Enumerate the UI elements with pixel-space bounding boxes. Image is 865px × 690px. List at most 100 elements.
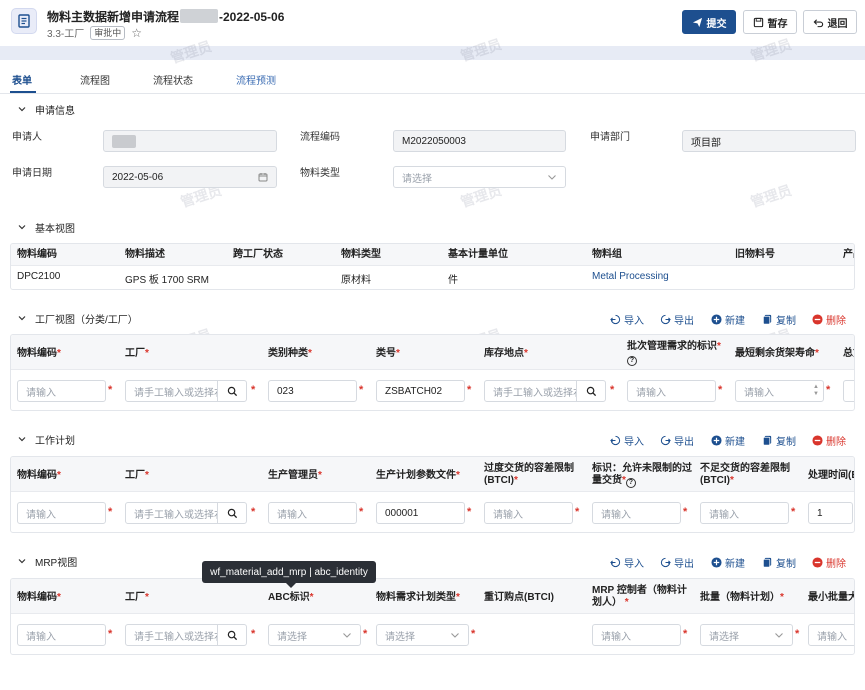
processing-time-input[interactable]: 1 <box>808 502 853 524</box>
material-code-input[interactable]: 请输入 <box>17 624 106 646</box>
min-lot-size-input[interactable]: 请输入 <box>808 624 854 646</box>
table-header: 物料编码* 工厂* 生产管理员* 生产计划参数文件* 过度交货的容差限制 (BTC… <box>11 457 854 492</box>
storage-location-input[interactable]: 请手工输入或选择右 <box>484 380 577 402</box>
export-button[interactable]: 导出 <box>660 433 694 448</box>
import-icon <box>610 557 621 568</box>
basic-view-table: 物料编码 物料描述 跨工厂状态 物料类型 基本计量单位 物料组 旧物料号 产品 … <box>10 243 855 290</box>
column-header: 总货 <box>843 348 854 359</box>
copy-button[interactable]: 复制 <box>762 433 796 448</box>
section-header-basic-view[interactable]: 基本视图 <box>0 217 865 237</box>
stepper-arrows-icon[interactable]: ▲ ▼ <box>812 384 820 398</box>
export-label: 导出 <box>674 559 694 570</box>
material-type-placeholder: 请选择 <box>402 173 432 185</box>
title-prefix: 物料主数据新增申请流程 <box>47 10 180 24</box>
column-header: 重订购点(BTCI) <box>484 592 554 603</box>
copy-label: 复制 <box>776 559 796 570</box>
page-title: 物料主数据新增申请流程 -2022-05-06 <box>47 8 284 25</box>
delete-button[interactable]: 删除 <box>812 433 846 448</box>
column-header: 批量（物料计划）* <box>700 592 784 603</box>
under-delivery-input[interactable]: 请输入 <box>700 502 789 524</box>
column-header: 批次管理需求的标识*? <box>627 341 721 366</box>
new-button[interactable]: 新建 <box>711 433 745 448</box>
chevron-down-icon <box>18 559 26 564</box>
param-file-input[interactable]: 000001 <box>376 502 465 524</box>
mrp-controller-input[interactable]: 请输入 <box>592 624 681 646</box>
tab-flow-status[interactable]: 流程状态 <box>153 72 193 87</box>
help-icon[interactable]: ? <box>627 356 637 366</box>
header-strip <box>0 46 865 60</box>
redacted-block <box>180 9 219 23</box>
material-code-input[interactable]: 请输入 <box>17 380 106 402</box>
mrp-type-select[interactable]: 请选择 <box>376 624 469 646</box>
dept-label: 申请部门 <box>590 132 630 143</box>
new-button[interactable]: 新建 <box>711 312 745 327</box>
table-cell: 件 <box>448 275 458 286</box>
batch-flag-input[interactable]: 请输入 <box>627 380 716 402</box>
copy-button[interactable]: 复制 <box>762 312 796 327</box>
plant-input[interactable]: 请手工输入或选择右 <box>125 502 218 524</box>
import-label: 导入 <box>624 559 644 570</box>
import-label: 导入 <box>624 316 644 327</box>
section-title: 基本视图 <box>35 223 75 235</box>
plant-search-button[interactable] <box>217 502 247 524</box>
save-draft-button[interactable]: 暂存 <box>743 10 797 34</box>
over-delivery-input[interactable]: 请输入 <box>484 502 573 524</box>
plant-input[interactable]: 请手工输入或选择右 <box>125 624 218 646</box>
submit-button[interactable]: 提交 <box>682 10 736 34</box>
section-title: MRP视图 <box>35 557 78 569</box>
process-code-field: M2022050003 <box>393 130 566 152</box>
copy-button[interactable]: 复制 <box>762 555 796 570</box>
chevron-down-icon <box>548 175 556 180</box>
delete-button[interactable]: 删除 <box>812 555 846 570</box>
help-icon[interactable]: ? <box>625 478 636 488</box>
save-icon <box>753 17 763 27</box>
date-field[interactable]: 2022-05-06 <box>103 166 277 188</box>
import-button[interactable]: 导入 <box>610 555 644 570</box>
lot-size-select[interactable]: 请选择 <box>700 624 793 646</box>
section-header-apply-info[interactable]: 申请信息 <box>0 99 865 119</box>
class-type-input[interactable]: 023 <box>268 380 357 402</box>
minus-circle-icon <box>812 557 823 568</box>
import-button[interactable]: 导入 <box>610 433 644 448</box>
unlimited-flag-input[interactable]: 请输入 <box>592 502 681 524</box>
star-icon[interactable]: ☆ <box>131 27 142 39</box>
column-header: 产品 <box>843 249 854 260</box>
new-label: 新建 <box>725 559 745 570</box>
tab-flow-forecast[interactable]: 流程预测 <box>236 72 276 87</box>
tab-form[interactable]: 表单 <box>12 72 32 87</box>
watermark: 管理员 <box>748 181 794 211</box>
material-type-select[interactable]: 请选择 <box>393 166 566 188</box>
new-label: 新建 <box>725 316 745 327</box>
storage-search-button[interactable] <box>576 380 606 402</box>
material-code-input[interactable]: 请输入 <box>17 502 106 524</box>
column-header: 库存地点* <box>484 348 528 359</box>
plant-view-table: 物料编码* 工厂* 类别种类* 类号* 库存地点* 批次管理需求的标识*? 最短… <box>10 334 855 411</box>
column-header: 类号* <box>376 348 400 359</box>
abc-select[interactable]: 请选择 <box>268 624 361 646</box>
new-button[interactable]: 新建 <box>711 555 745 570</box>
table-header: 物料编码* 工厂* ABC标识* 物料需求计划类型* 重订购点(BTCI) MR… <box>11 579 854 614</box>
production-manager-input[interactable]: 请输入 <box>268 502 357 524</box>
plant-input[interactable]: 请手工输入或选择右 <box>125 380 218 402</box>
chevron-down-icon <box>18 107 26 112</box>
shelf-life-stepper[interactable]: 请输入 ▲ ▼ <box>735 380 824 402</box>
plant-search-button[interactable] <box>217 624 247 646</box>
app-icon <box>11 8 37 34</box>
column-header: 物料编码* <box>17 470 61 481</box>
table-cell[interactable]: Metal Processing <box>592 271 669 282</box>
section-title: 工作计划 <box>35 435 75 447</box>
delete-button[interactable]: 删除 <box>812 312 846 327</box>
plant-search-button[interactable] <box>217 380 247 402</box>
plus-circle-icon <box>711 435 722 446</box>
tab-flowchart[interactable]: 流程图 <box>80 72 110 87</box>
node-name: 3.3-工厂 <box>47 29 85 40</box>
total-shelf-input[interactable] <box>843 380 854 402</box>
import-button[interactable]: 导入 <box>610 312 644 327</box>
export-button[interactable]: 导出 <box>660 555 694 570</box>
class-no-input[interactable]: ZSBATCH02 <box>376 380 465 402</box>
title-suffix: -2022-05-06 <box>219 10 285 24</box>
export-button[interactable]: 导出 <box>660 312 694 327</box>
save-label: 暂存 <box>767 18 788 30</box>
export-icon <box>660 557 671 568</box>
return-button[interactable]: 退回 <box>803 10 857 34</box>
